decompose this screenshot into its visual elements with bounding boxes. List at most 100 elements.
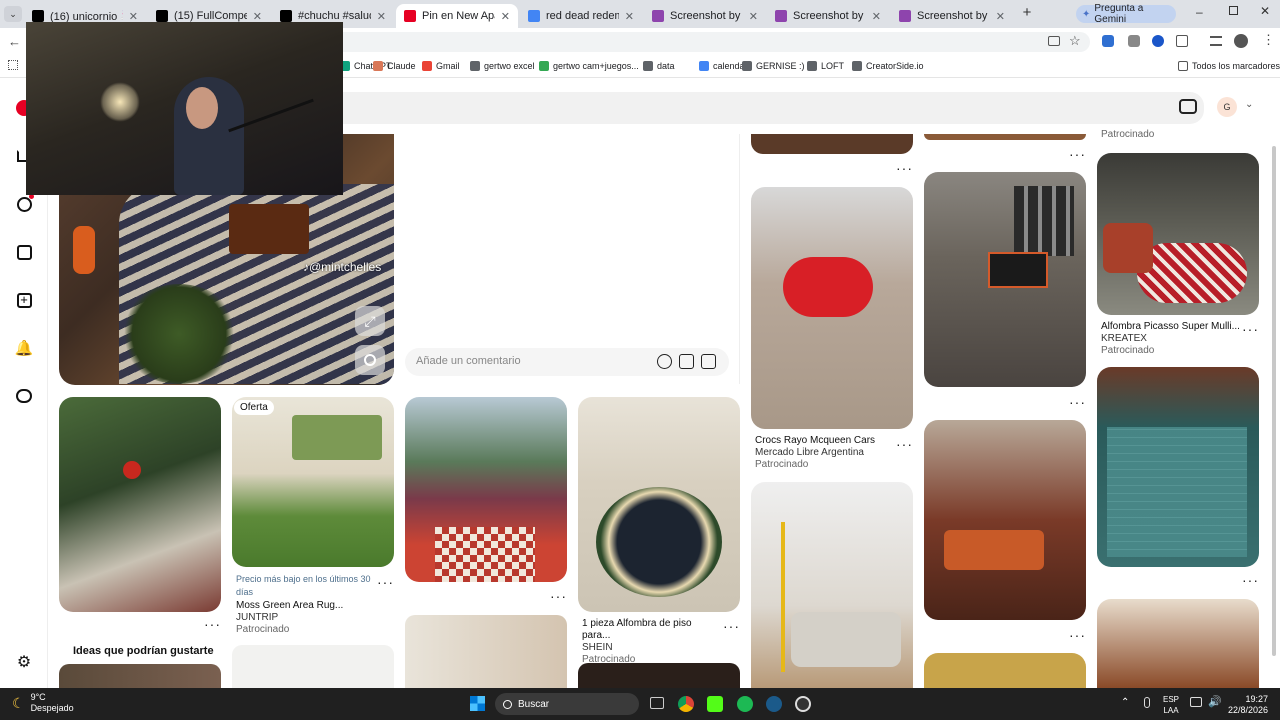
pin-top-col6[interactable] xyxy=(924,134,1086,140)
pin-options-icon[interactable]: ··· xyxy=(896,160,913,176)
account-chevron-icon[interactable]: ⌄ xyxy=(1245,99,1253,110)
explore-compass-icon[interactable] xyxy=(14,194,34,214)
settings-gear-icon[interactable]: ⚙ xyxy=(14,652,34,672)
tab-search-button[interactable]: ⌄ xyxy=(4,6,22,22)
minimize-button[interactable]: – xyxy=(1196,5,1203,19)
app-green-taskbar-icon[interactable] xyxy=(707,696,723,712)
bookmark-item[interactable]: Gmail xyxy=(422,61,460,71)
close-tab-icon[interactable]: ✕ xyxy=(625,10,634,23)
pin-picasso-rug[interactable] xyxy=(1097,153,1259,315)
create-plus-icon[interactable]: + xyxy=(14,290,34,310)
chrome-taskbar-icon[interactable] xyxy=(678,696,694,712)
bookmark-item[interactable]: Claude xyxy=(373,61,416,71)
browser-tab[interactable]: Screenshot by Lightsh ✕ xyxy=(767,4,889,28)
back-button[interactable]: ← xyxy=(8,34,21,49)
clock[interactable]: 19:27 22/8/2026 xyxy=(1228,694,1268,716)
bookmark-item[interactable]: data xyxy=(643,61,675,71)
mic-tray-icon[interactable] xyxy=(1144,697,1150,708)
pin-teal-room[interactable] xyxy=(1097,367,1259,567)
page-scrollbar[interactable] xyxy=(1272,146,1276,656)
close-tab-icon[interactable]: ✕ xyxy=(996,10,1005,23)
emoji-icon[interactable] xyxy=(657,354,672,369)
pin-options-icon[interactable]: ··· xyxy=(550,588,567,604)
pin-title[interactable]: Crocs Rayo Mcqueen Cars xyxy=(755,435,895,447)
network-icon[interactable] xyxy=(1190,697,1202,707)
pin-plants-room[interactable] xyxy=(59,397,221,612)
spotify-taskbar-icon[interactable] xyxy=(737,696,753,712)
close-tab-icon[interactable]: ✕ xyxy=(377,10,386,23)
browser-tab[interactable]: red dead redemption ✕ xyxy=(520,4,642,28)
close-tab-icon[interactable]: ✕ xyxy=(253,10,262,23)
pin-tv-loft[interactable] xyxy=(924,172,1086,387)
address-bar[interactable] xyxy=(300,32,1090,52)
bookmark-item[interactable]: LOFT xyxy=(807,61,844,71)
pin-dark-room[interactable] xyxy=(578,663,740,688)
pin-yellow-lamp[interactable] xyxy=(751,482,913,688)
visual-search-camera-icon[interactable] xyxy=(1179,99,1197,114)
expand-button[interactable]: ⤢ xyxy=(355,306,385,336)
browser-tab[interactable]: Pin en New Apartmen ✕ xyxy=(396,4,518,28)
weather-widget[interactable]: ☾ 9°C Despejado xyxy=(12,692,74,714)
pin-title[interactable]: 1 pieza Alfombra de piso para... xyxy=(582,618,722,642)
close-window-button[interactable]: ✕ xyxy=(1260,4,1270,18)
reading-list-icon[interactable] xyxy=(1210,36,1222,46)
messages-icon[interactable] xyxy=(14,386,34,406)
pin-top-col5[interactable] xyxy=(751,134,913,154)
pin-title[interactable]: Alfombra Picasso Super Mulli... xyxy=(1101,321,1241,333)
pin-options-icon[interactable]: ··· xyxy=(1069,627,1086,643)
pin-yellow-room[interactable] xyxy=(924,653,1086,688)
notifications-bell-icon[interactable]: 🔔 xyxy=(14,338,34,358)
extensions-puzzle-icon[interactable] xyxy=(1176,35,1188,47)
bookmark-item[interactable]: gertwo cam+juegos... xyxy=(539,61,639,71)
close-tab-icon[interactable]: ✕ xyxy=(872,10,881,23)
bookmark-item[interactable]: CreatorSide.io xyxy=(852,61,924,71)
pin-art-room[interactable] xyxy=(405,615,567,688)
apps-grid-icon[interactable] xyxy=(8,60,18,70)
taskbar-search[interactable]: Buscar xyxy=(495,693,639,715)
pin-options-icon[interactable]: ··· xyxy=(1069,146,1086,162)
pin-options-icon[interactable]: ··· xyxy=(204,616,221,632)
pin-conservatory[interactable] xyxy=(405,397,567,582)
new-tab-button[interactable]: + xyxy=(1018,4,1036,24)
close-tab-icon[interactable]: ✕ xyxy=(749,10,758,23)
sticker-icon[interactable] xyxy=(679,354,694,369)
close-tab-icon[interactable]: ✕ xyxy=(129,10,138,23)
user-avatar[interactable]: G xyxy=(1217,97,1237,117)
pin-crocs[interactable] xyxy=(751,187,913,429)
restore-button[interactable] xyxy=(1229,6,1238,15)
volume-icon[interactable]: 🔊 xyxy=(1208,695,1222,708)
pin-options-icon[interactable]: ··· xyxy=(723,618,740,634)
boards-icon[interactable] xyxy=(14,242,34,262)
pin-title[interactable]: Moss Green Area Rug... xyxy=(236,600,376,612)
pin-warm-living[interactable] xyxy=(924,420,1086,620)
obs-taskbar-icon[interactable] xyxy=(795,696,811,712)
pin-koi-rug[interactable] xyxy=(578,397,740,612)
bookmark-star-icon[interactable]: ☆ xyxy=(1069,33,1081,49)
close-tab-icon[interactable]: ✕ xyxy=(501,10,510,23)
task-view-icon[interactable] xyxy=(650,697,664,709)
bookmark-item[interactable]: GERNISE :) xyxy=(742,61,805,71)
bookmark-item[interactable]: gertwo excel xyxy=(470,61,535,71)
pin-options-icon[interactable]: ··· xyxy=(1069,394,1086,410)
pin-ideas-preview[interactable] xyxy=(59,664,221,688)
browser-tab[interactable]: Screenshot by Lightsh ✕ xyxy=(644,4,766,28)
steam-taskbar-icon[interactable] xyxy=(766,696,782,712)
browser-tab[interactable]: Screenshot by Lightsh ✕ xyxy=(891,4,1013,28)
pin-eclectic-room[interactable] xyxy=(1097,599,1259,688)
extension-icon-2[interactable] xyxy=(1128,35,1140,47)
pin-white-room[interactable] xyxy=(232,645,394,688)
pin-options-icon[interactable]: ··· xyxy=(377,574,394,590)
pin-options-icon[interactable]: ··· xyxy=(896,436,913,452)
extension-icon-3[interactable] xyxy=(1152,35,1164,47)
visual-search-button[interactable] xyxy=(355,345,385,375)
extension-icon-1[interactable] xyxy=(1102,35,1114,47)
bookmark-item[interactable]: calendar xyxy=(699,61,748,71)
pin-moss-rug[interactable]: Oferta xyxy=(232,397,394,567)
screen-share-icon[interactable] xyxy=(1048,36,1060,46)
pin-options-icon[interactable]: ··· xyxy=(1242,321,1259,337)
start-button[interactable] xyxy=(470,696,485,711)
pin-options-icon[interactable]: ··· xyxy=(1242,572,1259,588)
tray-chevron-icon[interactable]: ⌃ xyxy=(1121,697,1129,708)
language-indicator[interactable]: ESP LAA xyxy=(1163,694,1179,716)
gemini-button[interactable]: ✦ Pregunta a Gemini xyxy=(1076,3,1176,25)
